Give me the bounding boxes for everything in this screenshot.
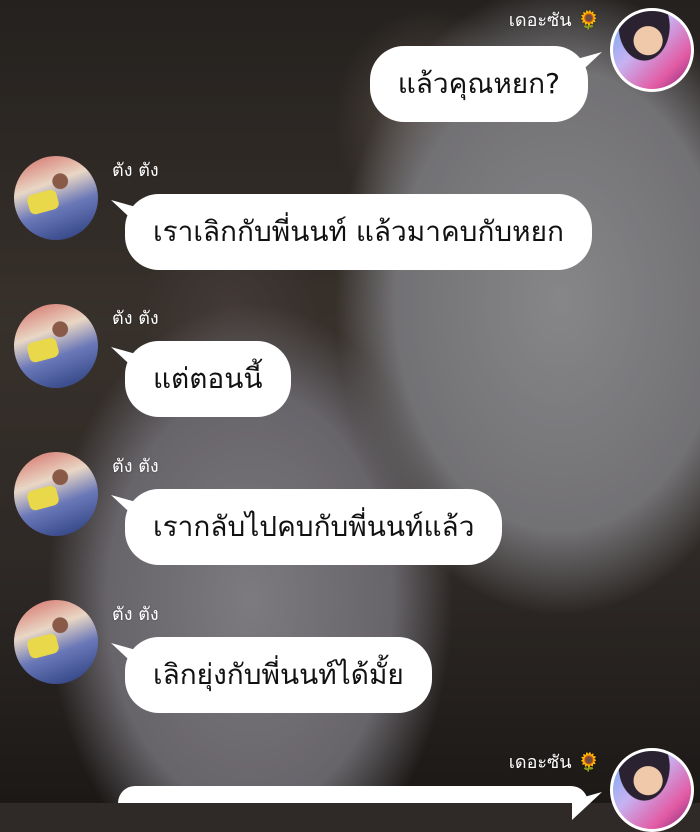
message-bubble[interactable]: แต่ตอนนี้ (125, 341, 291, 417)
message-bubble[interactable] (118, 786, 588, 803)
message-bubble[interactable]: เลิกยุ่งกับพี่นนท์ได้มั้ย (125, 637, 432, 713)
sunflower-icon: 🌻 (577, 752, 600, 773)
sender-name: ตัง ตัง (112, 308, 159, 329)
message-bubble[interactable]: เรากลับไปคบกับพี่นนท์แล้ว (125, 489, 503, 565)
sender-name: ตัง ตัง (112, 160, 159, 181)
avatar[interactable] (14, 304, 98, 388)
sender-name: ตัง ตัง (112, 456, 159, 477)
sender-name: ตัง ตัง (112, 604, 159, 625)
sender-name: เดอะซัน 🌻 (508, 10, 600, 31)
message-bubble[interactable]: เราเลิกกับพี่นนท์ แล้วมาคบกับหยก (125, 194, 592, 270)
avatar[interactable] (610, 8, 694, 92)
message-bubble[interactable]: แล้วคุณหยก? (369, 46, 588, 122)
avatar[interactable] (14, 156, 98, 240)
sunflower-icon: 🌻 (577, 10, 600, 31)
sender-name: เดอะซัน 🌻 (508, 752, 600, 773)
avatar[interactable] (14, 452, 98, 536)
avatar[interactable] (610, 748, 694, 832)
avatar[interactable] (14, 600, 98, 684)
